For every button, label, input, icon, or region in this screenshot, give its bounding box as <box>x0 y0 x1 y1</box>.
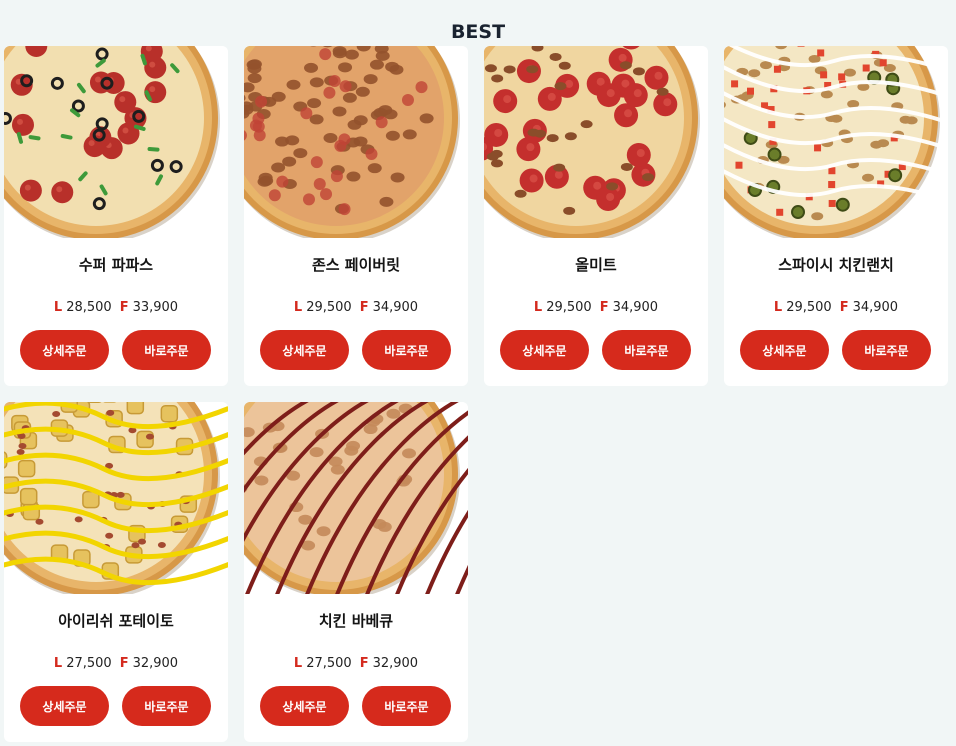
product-name[interactable]: 스파이시 치킨랜치 <box>724 254 948 276</box>
pizza-image[interactable] <box>244 46 468 238</box>
price-family: 32,900 <box>132 656 179 671</box>
size-family-label: F <box>359 656 369 671</box>
quick-order-button[interactable]: 바로주문 <box>602 330 691 370</box>
product-card: 수퍼 파파스 L 28,500 F 33,900 상세주문 바로주문 <box>4 46 228 386</box>
product-name[interactable]: 수퍼 파파스 <box>4 254 228 276</box>
product-name[interactable]: 존스 페이버릿 <box>244 254 468 276</box>
pizza-image[interactable] <box>244 402 468 594</box>
size-large-label: L <box>533 300 543 315</box>
quick-order-button[interactable]: 바로주문 <box>122 330 211 370</box>
price-row: L 29,500 F 34,900 <box>244 299 468 317</box>
product-name[interactable]: 올미트 <box>484 254 708 276</box>
price-large: 29,500 <box>786 300 832 315</box>
price-large: 29,500 <box>306 300 352 315</box>
pizza-image[interactable] <box>4 402 228 594</box>
price-large: 29,500 <box>546 300 592 315</box>
price-family: 34,900 <box>372 300 419 315</box>
price-row: L 27,500 F 32,900 <box>4 655 228 673</box>
quick-order-button[interactable]: 바로주문 <box>122 686 211 726</box>
price-row: L 29,500 F 34,900 <box>484 299 708 317</box>
price-family: 32,900 <box>372 656 419 671</box>
size-large-label: L <box>293 300 303 315</box>
detail-order-button[interactable]: 상세주문 <box>500 330 589 370</box>
quick-order-button[interactable]: 바로주문 <box>842 330 931 370</box>
size-large-label: L <box>773 300 783 315</box>
price-family: 34,900 <box>852 300 899 315</box>
price-large: 28,500 <box>66 300 112 315</box>
price-family: 33,900 <box>132 300 179 315</box>
size-family-label: F <box>119 300 129 315</box>
detail-order-button[interactable]: 상세주문 <box>20 330 109 370</box>
product-name[interactable]: 치킨 바베큐 <box>244 610 468 632</box>
quick-order-button[interactable]: 바로주문 <box>362 330 451 370</box>
product-grid: 수퍼 파파스 L 28,500 F 33,900 상세주문 바로주문 존스 페이버릿 … <box>4 46 956 742</box>
price-large: 27,500 <box>66 656 112 671</box>
product-card: 스파이시 치킨랜치 L 29,500 F 34,900 상세주문 바로주문 <box>724 46 948 386</box>
section-title: BEST <box>450 20 506 43</box>
product-card: 존스 페이버릿 L 29,500 F 34,900 상세주문 바로주문 <box>244 46 468 386</box>
price-row: L 27,500 F 32,900 <box>244 655 468 673</box>
size-family-label: F <box>359 300 369 315</box>
product-card: 아이리쉬 포테이토 L 27,500 F 32,900 상세주문 바로주문 <box>4 402 228 742</box>
size-family-label: F <box>599 300 609 315</box>
detail-order-button[interactable]: 상세주문 <box>740 330 829 370</box>
detail-order-button[interactable]: 상세주문 <box>260 686 349 726</box>
product-card: 올미트 L 29,500 F 34,900 상세주문 바로주문 <box>484 46 708 386</box>
price-row: L 28,500 F 33,900 <box>4 299 228 317</box>
pizza-image[interactable] <box>484 46 708 238</box>
size-family-label: F <box>119 656 129 671</box>
size-family-label: F <box>839 300 849 315</box>
size-large-label: L <box>53 300 63 315</box>
quick-order-button[interactable]: 바로주문 <box>362 686 451 726</box>
price-family: 34,900 <box>612 300 659 315</box>
size-large-label: L <box>293 656 303 671</box>
price-large: 27,500 <box>306 656 352 671</box>
size-large-label: L <box>53 656 63 671</box>
detail-order-button[interactable]: 상세주문 <box>260 330 349 370</box>
pizza-image[interactable] <box>4 46 228 238</box>
product-name[interactable]: 아이리쉬 포테이토 <box>4 610 228 632</box>
pizza-image[interactable] <box>724 46 948 238</box>
product-card: 치킨 바베큐 L 27,500 F 32,900 상세주문 바로주문 <box>244 402 468 742</box>
detail-order-button[interactable]: 상세주문 <box>20 686 109 726</box>
price-row: L 29,500 F 34,900 <box>724 299 948 317</box>
